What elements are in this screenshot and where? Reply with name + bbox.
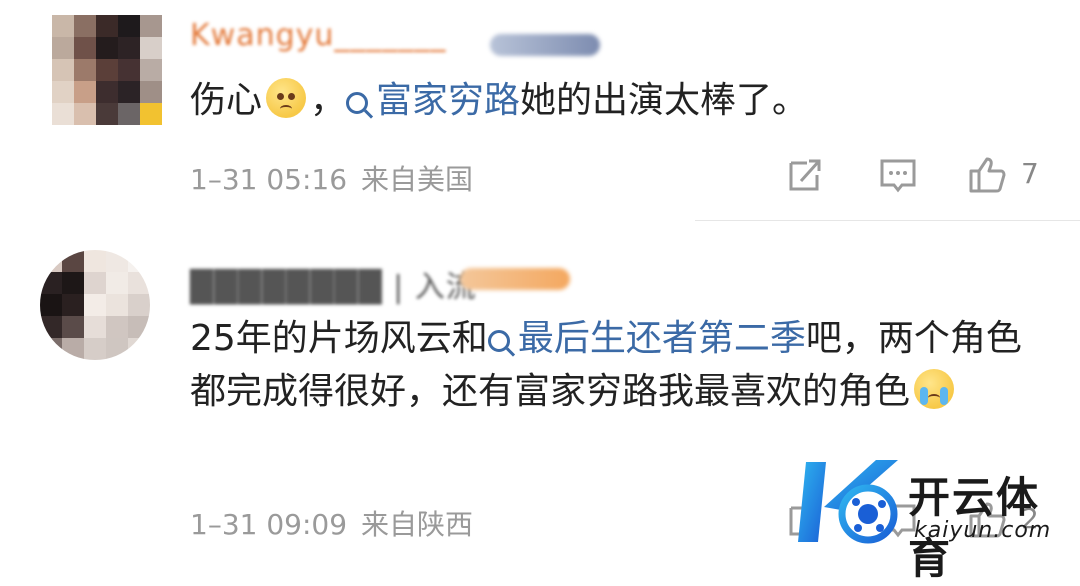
- comment-location: 来自陕西: [361, 508, 474, 541]
- divider: [695, 220, 1080, 221]
- search-icon: [346, 92, 369, 114]
- crying-face-emoji: [914, 369, 955, 409]
- share-icon: [789, 159, 821, 191]
- like-button[interactable]: [967, 155, 1007, 195]
- sad-face-emoji: [266, 78, 307, 118]
- search-icon: [487, 330, 510, 352]
- topic-link[interactable]: 富家穷路: [346, 80, 520, 121]
- comment-actions: 7: [785, 155, 1055, 195]
- kaiyun-logo-icon: [798, 460, 898, 544]
- user-badge: [460, 268, 570, 290]
- topic-label: 富家穷路: [376, 80, 521, 121]
- username[interactable]: ████████ | 入流: [190, 262, 477, 305]
- watermark-logo: 开云体育 kaiyun.com: [796, 452, 1080, 583]
- comment-text-part: 她的出演太棒了。: [520, 80, 809, 121]
- share-button[interactable]: [785, 155, 825, 195]
- comment-date: 1–31 09:09: [190, 508, 348, 541]
- comment-location: 来自美国: [361, 163, 474, 196]
- reply-button[interactable]: [878, 155, 918, 195]
- comment-meta: 1–31 09:09 来自陕西: [190, 503, 473, 543]
- username[interactable]: Kwangyu_______: [190, 18, 446, 53]
- comment-icon: [880, 159, 916, 193]
- comment-date: 1–31 05:16: [190, 163, 348, 196]
- like-count: 7: [1021, 157, 1039, 190]
- comment-text-part: 伤心: [190, 80, 263, 121]
- comment-text: 25年的片场风云和 最后生还者第二季吧，两个角色都完成得很好，还有富家穷路我最喜欢…: [190, 312, 1050, 418]
- comment-text: 伤心 ， 富家穷路她的出演太棒了。: [190, 74, 1050, 127]
- comment-text-part: ，: [310, 80, 347, 121]
- comment-1: Kwangyu_______ 伤心 ， 富家穷路她的出演太棒了。 1–31 05:1…: [0, 0, 1080, 222]
- comment-text-part: 25年的片场风云和: [190, 318, 488, 359]
- user-badge: [490, 34, 600, 56]
- thumbs-up-icon: [969, 157, 1006, 193]
- topic-label: 最后生还者第二季: [517, 318, 806, 359]
- avatar[interactable]: [52, 15, 162, 125]
- avatar[interactable]: [40, 250, 150, 360]
- comment-meta: 1–31 05:16 来自美国: [190, 158, 473, 198]
- topic-link[interactable]: 最后生还者第二季: [487, 318, 806, 359]
- watermark-subtitle: kaiyun.com: [914, 518, 1052, 543]
